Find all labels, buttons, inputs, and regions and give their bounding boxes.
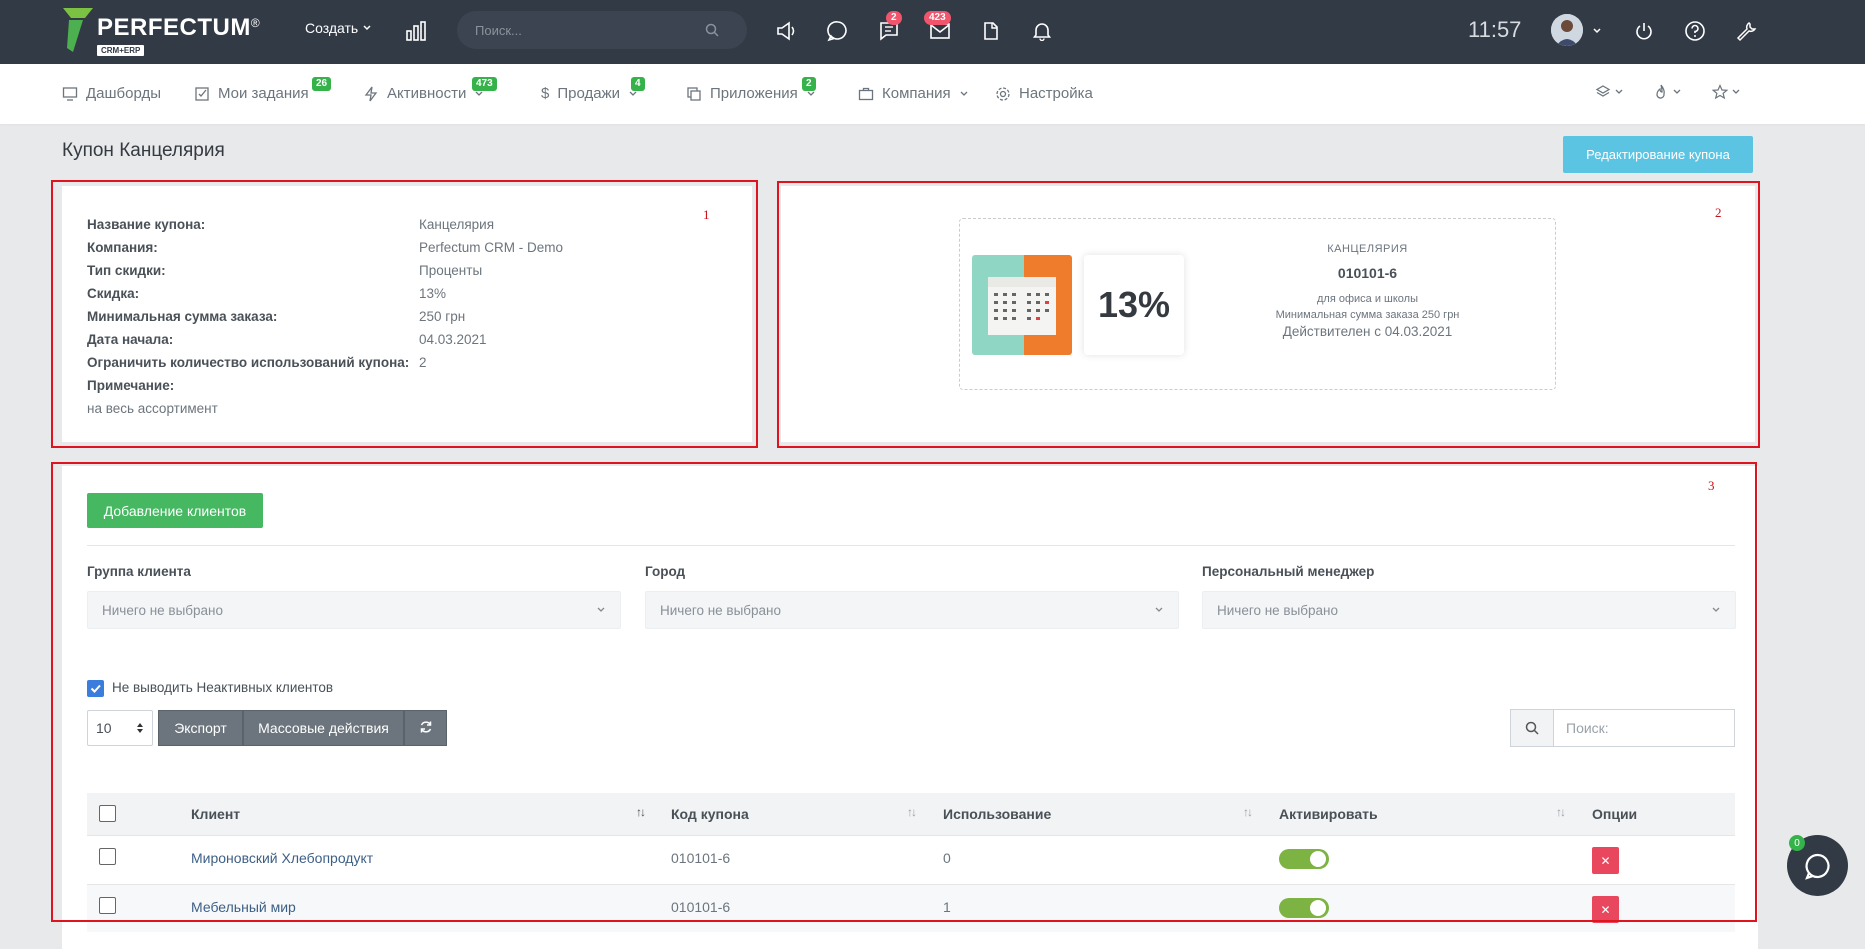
menu-item-label: Мои задания [218, 85, 309, 102]
dollar-icon: $ [541, 85, 550, 102]
gear-icon [996, 86, 1010, 101]
chevron-down-icon [960, 91, 968, 96]
annotation-box-2 [777, 181, 1760, 448]
page-title: Купон Канцелярия [62, 140, 225, 161]
megaphone-icon[interactable] [774, 18, 800, 44]
annotation-number-3: 3 [1708, 478, 1715, 493]
star-icon [1712, 84, 1728, 100]
fire-icon [1656, 84, 1665, 99]
chat-widget-badge: 0 [1789, 835, 1805, 851]
chevron-down-icon [1615, 89, 1623, 94]
menu-item-label: Настройка [1019, 85, 1093, 102]
user-menu-chevron-icon[interactable] [1590, 18, 1604, 44]
global-search[interactable] [457, 11, 747, 49]
chevron-down-icon [1732, 89, 1740, 94]
edit-coupon-button[interactable]: Редактирование купона [1563, 136, 1753, 173]
menu-badge: 4 [631, 77, 645, 91]
favorites-menu[interactable] [1712, 84, 1741, 100]
avatar[interactable] [1551, 14, 1583, 46]
menu-item-dashboards[interactable]: Дашборды [62, 85, 161, 102]
brand-sub: CRM+ERP [97, 45, 145, 56]
chevron-down-icon [1673, 89, 1681, 94]
logo[interactable]: PERFECTUM® CRM+ERP [63, 8, 260, 56]
file-icon[interactable] [978, 18, 1004, 44]
mail-badge: 423 [924, 11, 951, 25]
menu-item-label: Продажи [557, 85, 620, 102]
menu-badge: 473 [472, 77, 497, 91]
main-menu: Дашборды Мои задания 26 Активности 473 $… [0, 64, 1865, 124]
logo-mark-icon [63, 8, 93, 52]
global-search-input[interactable] [475, 22, 705, 38]
layers-menu[interactable] [1595, 84, 1624, 100]
search-icon [705, 23, 719, 37]
bell-icon[interactable] [1029, 18, 1055, 44]
menu-badge: 26 [312, 77, 332, 91]
top-navbar: PERFECTUM® CRM+ERP Создать 2 423 11:57 [0, 0, 1865, 64]
checkbox-icon [195, 86, 209, 101]
chat-bubble-icon[interactable] [825, 18, 851, 44]
menu-item-label: Приложения [710, 85, 798, 102]
chevron-down-icon [363, 25, 371, 31]
menu-item-activities[interactable]: Активности 473 [363, 77, 497, 102]
power-icon[interactable] [1631, 18, 1657, 44]
briefcase-icon [858, 87, 874, 100]
menu-item-sales[interactable]: $ Продажи 4 [541, 77, 645, 102]
clock: 11:57 [1468, 17, 1522, 42]
menu-badge: 2 [802, 77, 816, 91]
fire-menu[interactable] [1653, 84, 1682, 100]
annotation-box-1 [51, 180, 758, 448]
chat-bubble-icon [1804, 853, 1830, 880]
menu-item-label: Дашборды [86, 85, 161, 102]
messages-badge: 2 [886, 11, 902, 25]
wrench-icon[interactable] [1733, 18, 1759, 44]
bar-chart-icon[interactable] [403, 18, 429, 44]
menu-item-company[interactable]: Компания [858, 85, 969, 102]
brand-reg: ® [250, 16, 260, 30]
create-label: Создать [305, 20, 359, 36]
monitor-icon [62, 86, 78, 101]
help-icon[interactable] [1682, 18, 1708, 44]
create-menu-button[interactable]: Создать [305, 20, 372, 36]
menu-item-label: Компания [882, 85, 951, 102]
menu-item-settings[interactable]: Настройка [995, 85, 1093, 102]
annotation-number-2: 2 [1715, 205, 1722, 220]
annotation-box-3 [51, 462, 1757, 922]
menu-item-label: Активности [387, 85, 467, 102]
menu-item-my-tasks[interactable]: Мои задания 26 [194, 77, 332, 102]
layers-icon [1595, 85, 1611, 97]
menu-item-apps[interactable]: Приложения 2 [686, 77, 816, 102]
bolt-icon [364, 86, 378, 101]
annotation-number-1: 1 [703, 207, 710, 222]
copy-icon [687, 86, 701, 101]
brand-name: PERFECTUM [97, 14, 251, 41]
